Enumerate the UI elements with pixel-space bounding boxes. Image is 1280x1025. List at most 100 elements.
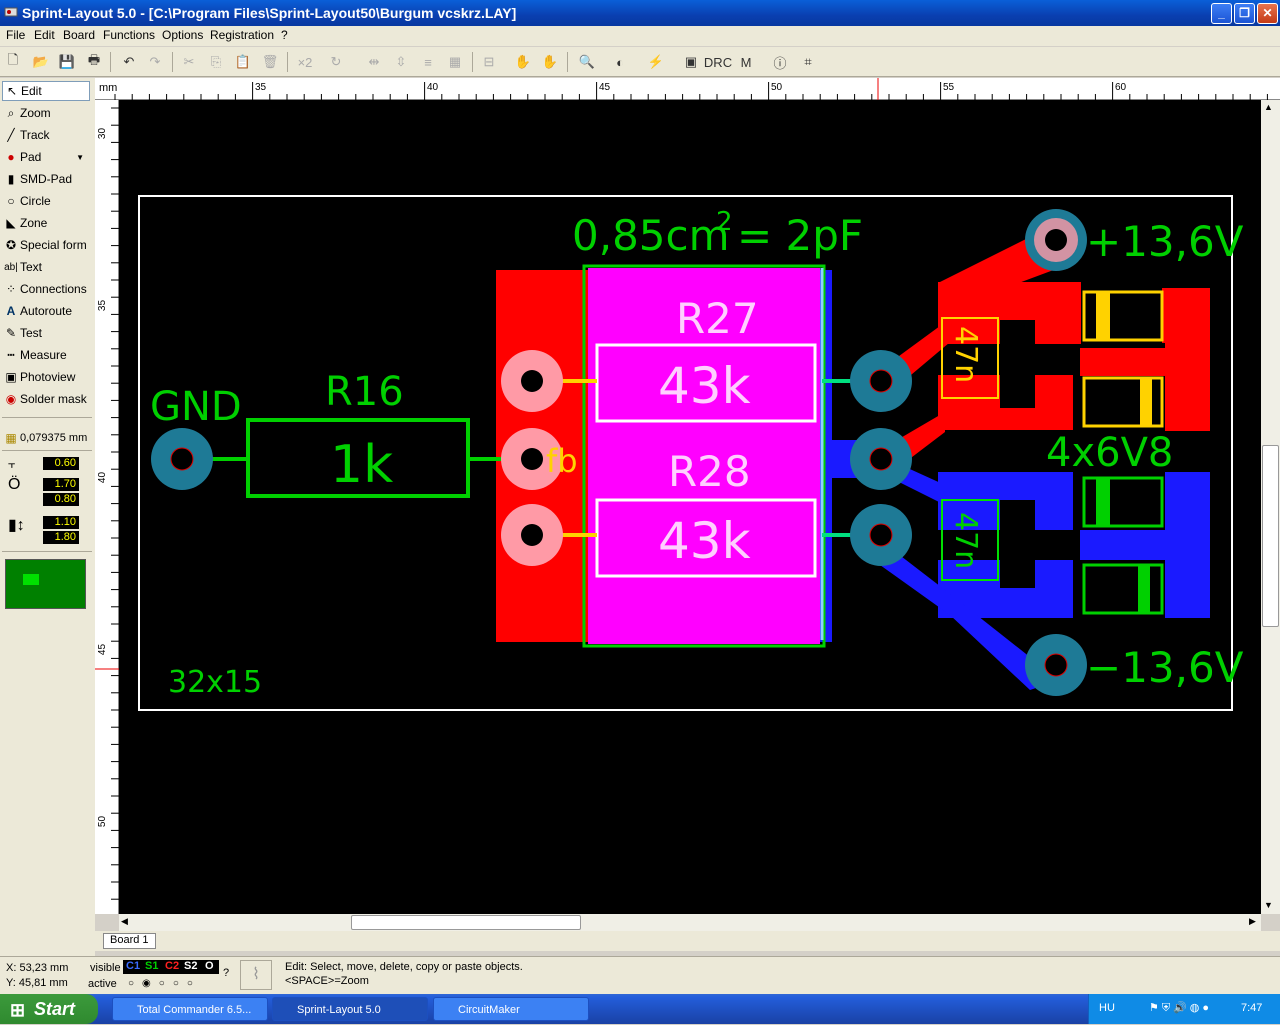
- menu-registration[interactable]: Registration: [210, 28, 274, 42]
- task-total-commander[interactable]: Total Commander 6.5...: [112, 997, 268, 1021]
- layer-s2[interactable]: S2: [184, 960, 197, 972]
- label-cap-value: = 2pF: [737, 211, 863, 260]
- menu-board[interactable]: Board: [63, 28, 95, 42]
- tool-pad[interactable]: ● Pad ▼: [2, 147, 90, 167]
- track-width-value[interactable]: 0.60: [43, 457, 79, 470]
- pencil-icon[interactable]: ⌇: [240, 960, 272, 990]
- redo-icon[interactable]: ↷: [144, 51, 166, 73]
- magnifier-icon: ⌕: [7, 105, 15, 120]
- scanned-copy-icon[interactable]: ▣: [680, 51, 702, 73]
- layer-o[interactable]: O: [205, 960, 214, 972]
- task-circuitmaker[interactable]: CircuitMaker: [433, 997, 589, 1021]
- vertical-scrollbar[interactable]: ▲ ▼: [1261, 100, 1280, 914]
- align-icon[interactable]: ≡: [417, 51, 439, 73]
- open-folder-icon[interactable]: 📂: [30, 51, 52, 73]
- layer-icon[interactable]: ⊟: [478, 51, 500, 73]
- language-indicator[interactable]: HU: [1099, 1002, 1115, 1014]
- smd-height-value[interactable]: 1.80: [43, 531, 79, 544]
- transparency-icon[interactable]: ◐: [609, 51, 631, 73]
- menu-functions[interactable]: Functions: [103, 28, 155, 42]
- delete-icon[interactable]: 🗑: [259, 51, 281, 73]
- mirror-v-icon[interactable]: ⇳: [390, 51, 412, 73]
- tool-zone[interactable]: ◣ Zone: [2, 213, 90, 233]
- radio-o[interactable]: ○: [187, 978, 193, 989]
- pad-outer-value[interactable]: 1.70: [43, 478, 79, 491]
- tray-icons[interactable]: ⚑⛨🔊◍●: [1149, 1001, 1212, 1015]
- pad-inner-value[interactable]: 0.80: [43, 493, 79, 506]
- label-r16-value: 1k: [330, 435, 393, 495]
- zoom-icon[interactable]: 🔍: [576, 51, 598, 73]
- tool-edit[interactable]: ↖ Edit: [2, 81, 90, 101]
- task-sprint-layout[interactable]: Sprint-Layout 5.0: [272, 997, 428, 1021]
- tool-circle[interactable]: ○ Circle: [2, 191, 90, 211]
- cut-icon[interactable]: ✂: [178, 51, 200, 73]
- scroll-right-icon[interactable]: ▶: [1249, 916, 1256, 927]
- info-icon[interactable]: ⓘ: [769, 51, 791, 73]
- tab-board-1[interactable]: Board 1: [103, 933, 156, 949]
- tool-text[interactable]: ab| Text: [2, 257, 90, 277]
- menu-bar: File Edit Board Functions Options Regist…: [0, 26, 1280, 46]
- copy-icon[interactable]: ⎘: [205, 51, 227, 73]
- close-button[interactable]: ✕: [1257, 3, 1278, 24]
- start-button[interactable]: ⊞ Start: [0, 994, 98, 1024]
- grid-selector[interactable]: ▦ 0,079375 mm: [2, 428, 90, 448]
- smd-size-icon: ▮↕: [8, 517, 25, 534]
- unlock-icon[interactable]: ✋: [539, 51, 561, 73]
- menu-help[interactable]: ?: [281, 28, 288, 42]
- tool-connections[interactable]: ⁘ Connections: [2, 279, 90, 299]
- layer-preview[interactable]: [5, 559, 86, 609]
- paste-icon[interactable]: 📋: [232, 51, 254, 73]
- mirror-h-icon[interactable]: ⇹: [363, 51, 385, 73]
- drc-icon[interactable]: DRC: [704, 51, 732, 73]
- print-icon[interactable]: 🖶: [83, 51, 105, 73]
- tool-zoom[interactable]: ⌕ Zoom: [2, 103, 90, 123]
- group-icon[interactable]: ▦: [444, 51, 466, 73]
- tool-autoroute[interactable]: A Autoroute: [2, 301, 90, 321]
- scroll-up-icon[interactable]: ▲: [1264, 102, 1273, 112]
- smd-width-value[interactable]: 1.10: [43, 516, 79, 529]
- label-fb: fb: [546, 442, 578, 480]
- ruler-v-label: 35: [97, 299, 109, 312]
- radio-s2[interactable]: ○: [173, 978, 179, 989]
- tool-solder-mask[interactable]: ◉ Solder mask: [2, 389, 90, 409]
- horizontal-scrollbar[interactable]: ◀ ▶: [119, 914, 1261, 931]
- menu-edit[interactable]: Edit: [34, 28, 55, 42]
- tool-track[interactable]: ╱ Track: [2, 125, 90, 145]
- lock-icon[interactable]: ✋: [512, 51, 534, 73]
- radio-s1[interactable]: ◉: [142, 978, 151, 989]
- undo-icon[interactable]: ↶: [118, 51, 140, 73]
- rotate-icon[interactable]: ↻: [325, 51, 347, 73]
- tool-special-form[interactable]: ✪ Special form: [2, 235, 90, 255]
- duplicate-icon[interactable]: ×2: [294, 51, 316, 73]
- radio-c2[interactable]: ○: [159, 978, 165, 989]
- radio-c1[interactable]: ○: [128, 978, 134, 989]
- horizontal-scroll-thumb[interactable]: [351, 915, 581, 930]
- visible-label: visible: [90, 962, 121, 974]
- layer-c2[interactable]: C2: [165, 960, 179, 972]
- label-board-size: 32x15: [168, 665, 262, 700]
- tool-test[interactable]: ✎ Test: [2, 323, 90, 343]
- track-icon: ╱: [7, 128, 15, 142]
- label-r27: R27: [676, 294, 759, 343]
- zener-3-band: [1096, 478, 1110, 526]
- layer-help-icon[interactable]: ?: [223, 967, 229, 979]
- scroll-down-icon[interactable]: ▼: [1264, 900, 1273, 910]
- menu-options[interactable]: Options: [162, 28, 203, 42]
- scroll-left-icon[interactable]: ◀: [121, 916, 128, 927]
- new-file-icon[interactable]: 🗋: [2, 51, 24, 73]
- layer-c1[interactable]: C1: [126, 960, 140, 972]
- crop-icon[interactable]: ⌗: [797, 51, 819, 73]
- restore-button[interactable]: ❐: [1234, 3, 1255, 24]
- save-icon[interactable]: 💾: [56, 51, 78, 73]
- dropdown-arrow-icon[interactable]: ▼: [76, 153, 84, 162]
- vertical-scroll-thumb[interactable]: [1262, 445, 1279, 627]
- macro-icon[interactable]: M: [735, 51, 757, 73]
- menu-file[interactable]: File: [6, 28, 25, 42]
- tool-smd-pad[interactable]: ▮ SMD-Pad: [2, 169, 90, 189]
- tool-measure[interactable]: ┅ Measure: [2, 345, 90, 365]
- tool-photoview[interactable]: ▣ Photoview: [2, 367, 90, 387]
- pcb-canvas[interactable]: GND R16 1k fb 0,85cm 2 = 2pF R27 43k R28…: [119, 100, 1261, 914]
- minimize-button[interactable]: _: [1211, 3, 1232, 24]
- autoroute-tb-icon[interactable]: ⚡: [645, 51, 667, 73]
- layer-s1[interactable]: S1: [145, 960, 158, 972]
